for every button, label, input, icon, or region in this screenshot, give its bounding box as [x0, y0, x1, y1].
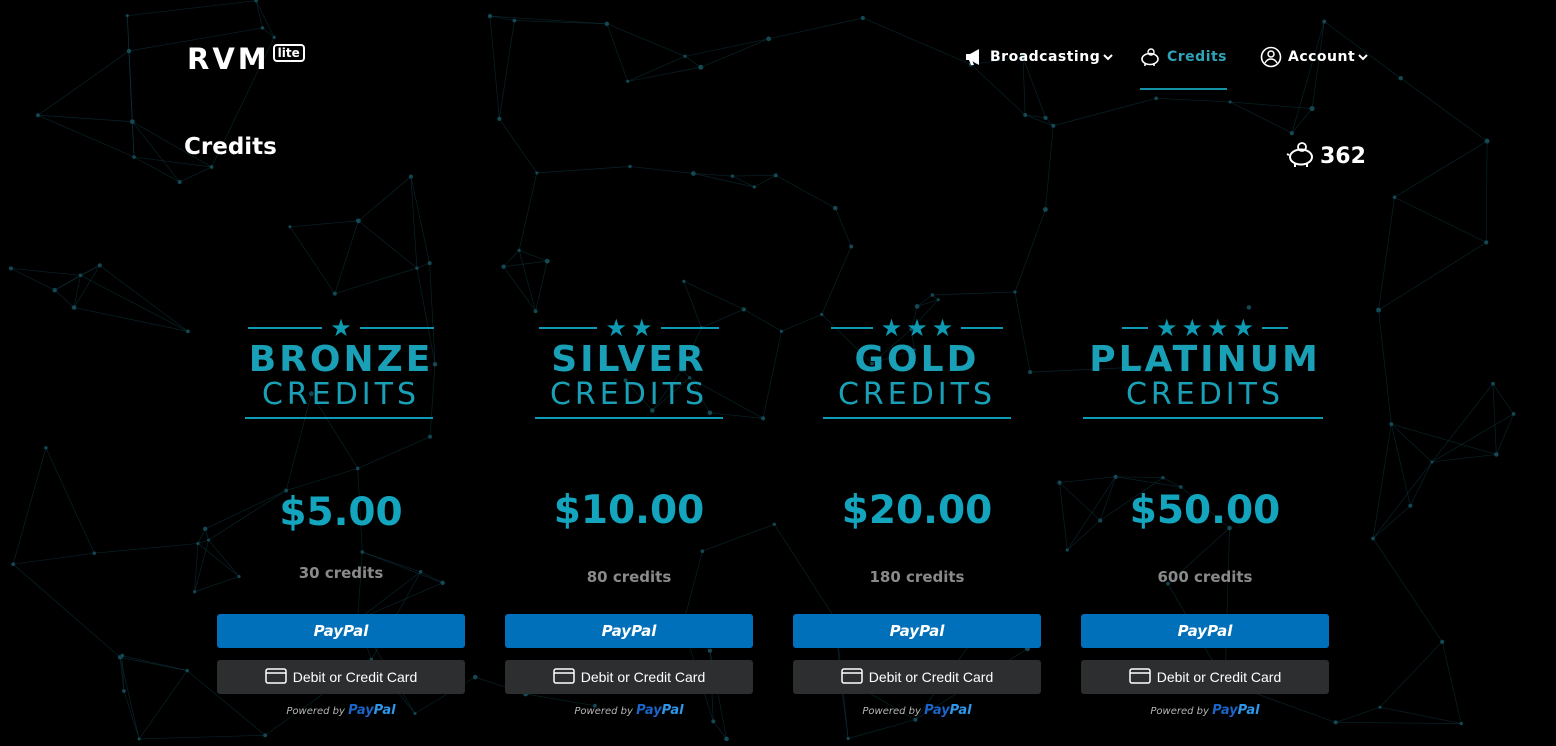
paypal-button[interactable]: PayPal [217, 614, 465, 648]
tier-banner: ★ ★ ★ ★ PLATINUM CREDITS [1081, 310, 1329, 419]
powered-by-text: Powered by [574, 706, 633, 717]
tier-credits: 80 credits [586, 568, 672, 586]
tier-price: $50.00 [1129, 488, 1281, 533]
tier-credits: 600 credits [1157, 568, 1253, 586]
nav-credits[interactable]: Credits [1139, 44, 1227, 70]
nav-broadcasting-label: Broadcasting [990, 49, 1101, 65]
star-icon: ★ [1155, 314, 1178, 342]
tier-divider [535, 417, 723, 419]
star-rule [830, 327, 873, 329]
star-rule [660, 327, 719, 329]
paypal-logo: PayPal [636, 703, 684, 718]
credit-card-icon [265, 667, 293, 687]
card-button-label: Debit or Credit Card [868, 669, 994, 685]
tier-divider [823, 417, 1011, 419]
tier-name: GOLD [854, 339, 980, 380]
star-rule [539, 327, 598, 329]
paypal-logo: PayPal [348, 703, 396, 718]
tier-name: PLATINUM [1089, 339, 1321, 380]
star-icon: ★ [605, 314, 627, 342]
tier-divider [245, 417, 433, 419]
card-button-label: Debit or Credit Card [580, 669, 706, 685]
star-icon: ★ [1181, 314, 1203, 342]
powered-by-text: Powered by [286, 706, 345, 717]
star-rule [248, 327, 323, 329]
powered-by-text: Powered by [1150, 706, 1209, 717]
tier-card-gold: ★ ★ ★ GOLD CREDITS $20.00 180 credits PayP… [793, 310, 1041, 718]
debit-credit-card-button[interactable]: Debit or Credit Card [1081, 660, 1329, 694]
nav-account[interactable]: Account [1260, 44, 1368, 70]
chevron-down-icon [1103, 53, 1113, 61]
tier-stars: ★ ★ [505, 316, 753, 340]
paypal-button[interactable]: PayPal [1081, 614, 1329, 648]
star-icon: ★ [631, 314, 653, 342]
tier-name: BRONZE [248, 339, 434, 380]
nav-active-indicator [1140, 88, 1227, 90]
debit-credit-card-button[interactable]: Debit or Credit Card [793, 660, 1041, 694]
powered-by-paypal: Powered by PayPal [505, 703, 753, 718]
megaphone-icon [964, 48, 984, 66]
tier-divider [1083, 417, 1323, 419]
powered-by-paypal: Powered by PayPal [793, 703, 1041, 718]
tier-banner: ★ ★ SILVER CREDITS [505, 310, 753, 419]
tier-price: $5.00 [279, 490, 403, 535]
star-icon: ★ [931, 314, 954, 342]
tier-subtitle: CREDITS [1125, 377, 1285, 412]
tier-card-platinum: ★ ★ ★ ★ PLATINUM CREDITS $50.00 600 credits… [1081, 310, 1329, 718]
tier-price: $10.00 [553, 488, 705, 533]
tier-name: SILVER [551, 339, 707, 380]
star-rule [359, 327, 434, 329]
tier-stars: ★ ★ ★ [793, 316, 1041, 340]
tier-subtitle: CREDITS [549, 377, 709, 412]
credit-card-icon [553, 667, 581, 687]
page-title: Credits [184, 134, 277, 160]
star-icon: ★ [880, 314, 903, 342]
user-circle-icon [1260, 46, 1282, 68]
tier-card-silver: ★ ★ SILVER CREDITS $10.00 80 credits PayP… [505, 310, 753, 718]
piggy-bank-icon [1286, 140, 1316, 172]
paypal-button[interactable]: PayPal [505, 614, 753, 648]
tier-banner: ★ BRONZE CREDITS [217, 310, 465, 419]
credit-card-icon [1129, 667, 1157, 687]
tier-credits: 180 credits [869, 568, 965, 586]
tier-card-bronze: ★ BRONZE CREDITS $5.00 30 credits PayPal… [217, 310, 465, 718]
paypal-button[interactable]: PayPal [793, 614, 1041, 648]
star-icon: ★ [330, 314, 352, 342]
logo-text: RVM [187, 42, 270, 76]
nav-account-label: Account [1288, 49, 1356, 65]
star-rule [1121, 327, 1148, 329]
tier-price: $20.00 [841, 488, 993, 533]
powered-by-paypal: Powered by PayPal [217, 703, 465, 718]
nav-credits-label: Credits [1167, 49, 1228, 65]
debit-credit-card-button[interactable]: Debit or Credit Card [505, 660, 753, 694]
app-logo[interactable]: RVM lite [187, 42, 305, 76]
paypal-logo: PayPal [1212, 703, 1260, 718]
card-button-label: Debit or Credit Card [1156, 669, 1282, 685]
tier-stars: ★ [217, 316, 465, 340]
tier-subtitle: CREDITS [837, 377, 997, 412]
debit-credit-card-button[interactable]: Debit or Credit Card [217, 660, 465, 694]
card-button-label: Debit or Credit Card [292, 669, 418, 685]
tier-subtitle: CREDITS [261, 377, 421, 412]
tier-credits: 30 credits [298, 564, 384, 582]
star-icon: ★ [1232, 314, 1255, 342]
tier-stars: ★ ★ ★ ★ [1081, 316, 1329, 340]
tier-banner: ★ ★ ★ GOLD CREDITS [793, 310, 1041, 419]
piggy-bank-icon [1139, 47, 1161, 67]
credit-balance: 362 [1286, 140, 1366, 172]
credit-card-icon [841, 667, 869, 687]
nav-broadcasting[interactable]: Broadcasting [964, 44, 1113, 70]
balance-value: 362 [1320, 143, 1366, 169]
star-rule [1262, 327, 1289, 329]
star-icon: ★ [906, 314, 928, 342]
star-rule [961, 327, 1004, 329]
star-icon: ★ [1207, 314, 1229, 342]
logo-sub-badge: lite [272, 44, 305, 62]
chevron-down-icon [1358, 53, 1368, 61]
powered-by-paypal: Powered by PayPal [1081, 703, 1329, 718]
powered-by-text: Powered by [862, 706, 921, 717]
paypal-logo: PayPal [924, 703, 972, 718]
